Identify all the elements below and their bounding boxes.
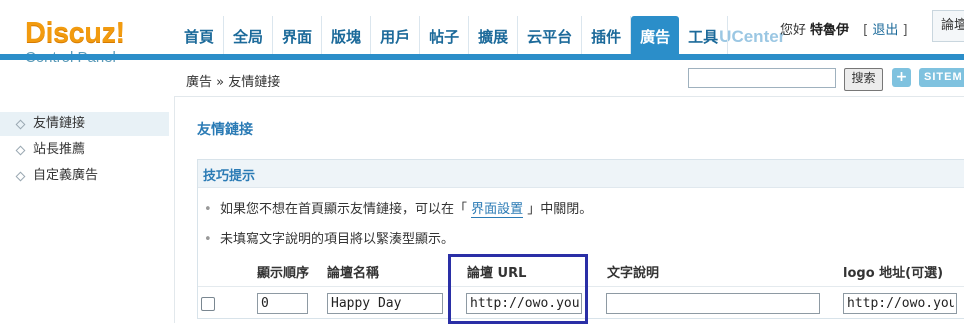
user-box: 您好 特魯伊 [ 退出 ] [780,19,908,38]
tab-ads[interactable]: 廣告 [631,16,680,54]
col-header-order: 顯示順序 [257,266,310,281]
logo-url-input[interactable] [843,293,957,314]
main-nav: 首頁 全局 界面 版塊 用戶 帖子 擴展 云平台 插件 廣告 工具 UCente… [175,16,794,54]
forum-home-button[interactable]: 論壇 [932,10,964,42]
sidebar: 友情鏈接 站長推薦 自定義廣告 [0,96,175,323]
tab-extended[interactable]: 擴展 [469,16,519,54]
header-divider [198,286,964,287]
description-input[interactable] [606,293,820,314]
sidebar-item-label: 自定義廣告 [33,168,99,183]
tab-forums[interactable]: 版塊 [322,16,372,54]
sidebar-item-label: 站長推薦 [33,142,86,157]
bullet-icon: • [204,202,212,217]
diamond-bullet-icon [15,145,26,156]
tip-text: 未填寫文字說明的項目將以緊湊型顯示。 [220,232,455,247]
bracket-right: ] [902,23,908,38]
top-header: Discuz! Control Panel 首頁 全局 界面 版塊 用戶 帖子 … [0,0,964,66]
forum-url-input[interactable] [466,293,582,314]
username: 特魯伊 [810,23,850,38]
sidebar-item-label: 友情鏈接 [33,116,86,131]
sidebar-item-recommend[interactable]: 站長推薦 [0,138,169,162]
tab-global[interactable]: 全局 [224,16,274,54]
display-order-input[interactable] [257,293,308,314]
col-header-description: 文字說明 [607,266,660,281]
sidebar-item-friendlinks[interactable]: 友情鏈接 [0,112,169,136]
bracket-left: [ [863,23,869,38]
sidebar-item-custom-ads[interactable]: 自定義廣告 [0,164,169,188]
page-title: 友情鏈接 [197,122,253,138]
logout-link[interactable]: 退出 [872,23,898,38]
main-content: 友情鏈接 技巧提示 • 如果您不想在首頁顯示友情鏈接，可以在「 界面設置 」中關閉… [176,97,964,324]
tip-text: 如果您不想在首頁顯示友情鏈接，可以在「 [220,202,472,217]
greeting: 您好 [780,23,807,38]
tab-users[interactable]: 用戶 [371,16,421,54]
diamond-bullet-icon [15,119,26,130]
sitemap-button[interactable]: SITEM [919,68,964,87]
tip-text: 」中關閉。 [523,202,593,217]
tab-cloud[interactable]: 云平台 [518,16,583,54]
logo-wordmark: Discuz! [25,17,125,49]
tab-tools[interactable]: 工具 [679,16,729,54]
col-header-url: 論壇 URL [467,266,527,281]
search-button[interactable]: 搜索 [844,68,883,91]
tip-item: • 如果您不想在首頁顯示友情鏈接，可以在「 界面設置 」中關閉。 [204,198,593,218]
diamond-bullet-icon [15,171,26,182]
tab-plugins[interactable]: 插件 [582,16,632,54]
tab-home[interactable]: 首頁 [175,16,225,54]
tips-heading: 技巧提示 [203,169,256,184]
add-shortcut-button[interactable]: + [892,68,911,87]
forum-name-input[interactable] [327,293,443,314]
tips-header: 技巧提示 [198,160,964,188]
col-header-name: 論壇名稱 [327,266,380,281]
row-select-checkbox[interactable] [201,297,215,311]
tab-style[interactable]: 界面 [273,16,323,54]
tip-item: • 未填寫文字說明的項目將以緊湊型顯示。 [204,228,454,247]
search-input[interactable] [688,68,836,88]
col-header-logo: logo 地址(可選) [843,266,944,281]
sub-toolbar: 廣告 » 友情鏈接 搜索 + SITEM [175,60,964,97]
bullet-icon: • [204,232,212,247]
breadcrumb: 廣告 » 友情鏈接 [186,75,281,90]
tab-threads[interactable]: 帖子 [420,16,470,54]
style-settings-link[interactable]: 界面設置 [471,202,524,218]
